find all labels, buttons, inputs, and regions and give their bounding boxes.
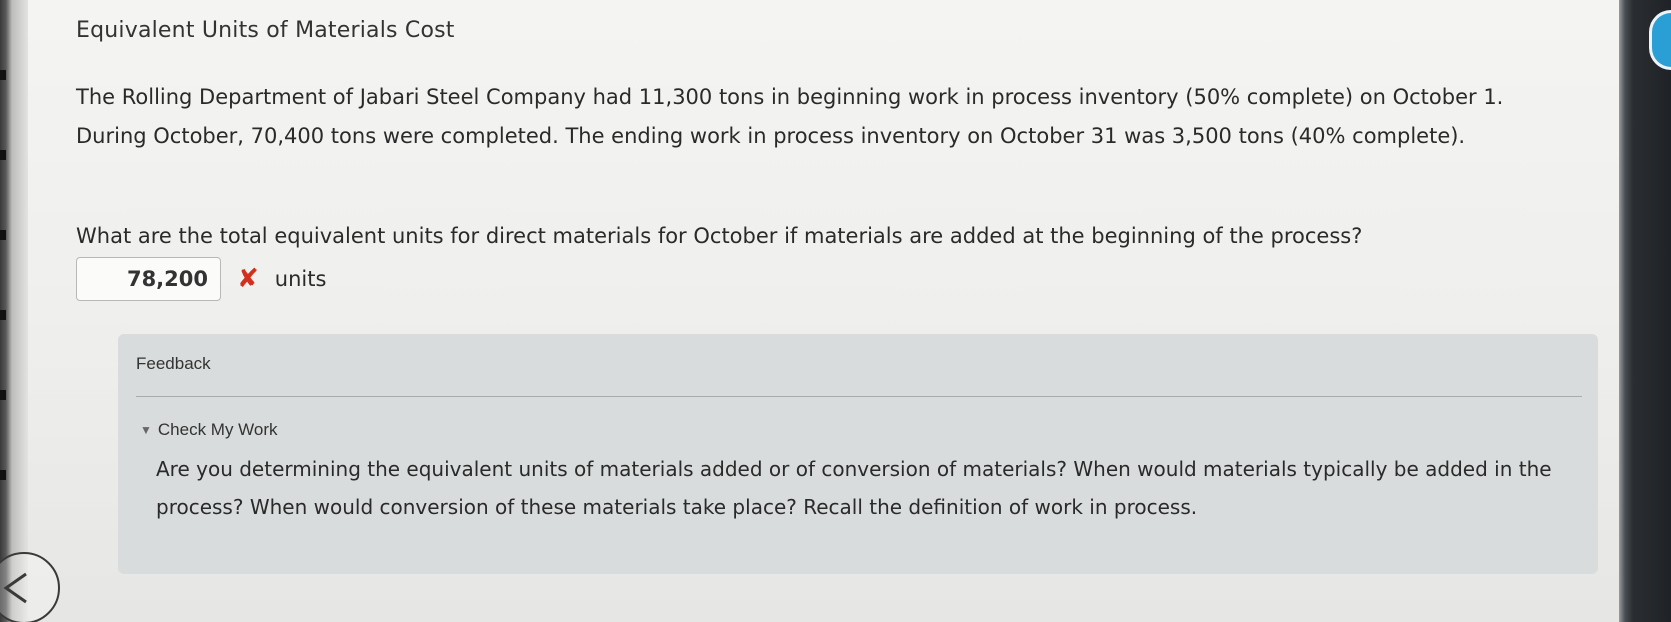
edge-mark bbox=[0, 70, 6, 80]
x-icon: ✘ bbox=[237, 264, 259, 294]
edge-mark bbox=[0, 230, 6, 240]
edge-mark bbox=[0, 470, 6, 480]
side-tab-icon[interactable] bbox=[1649, 10, 1671, 70]
check-my-work-toggle[interactable]: ▼ Check My Work bbox=[140, 420, 278, 440]
question-page: Equivalent Units of Materials Cost The R… bbox=[28, 0, 1619, 622]
feedback-text: Are you determining the equivalent units… bbox=[156, 457, 1552, 519]
answer-unit: units bbox=[274, 267, 327, 291]
edge-mark bbox=[0, 150, 6, 160]
answer-row: 78,200 ✘ units bbox=[76, 256, 326, 302]
feedback-label: Feedback bbox=[136, 354, 211, 373]
edge-mark bbox=[0, 310, 6, 320]
problem-statement: The Rolling Department of Jabari Steel C… bbox=[76, 85, 1504, 148]
feedback-panel: Feedback ▼ Check My Work Are you determi… bbox=[118, 334, 1598, 574]
page-title: Equivalent Units of Materials Cost bbox=[76, 18, 455, 43]
edge-mark bbox=[0, 390, 6, 400]
left-window-edge bbox=[0, 0, 28, 622]
triangle-down-icon: ▼ bbox=[140, 423, 152, 437]
feedback-divider bbox=[136, 396, 1582, 397]
right-window-edge bbox=[1619, 0, 1671, 622]
answer-input[interactable]: 78,200 bbox=[76, 257, 221, 301]
question-text: What are the total equivalent units for … bbox=[76, 224, 1363, 248]
check-my-work-label: Check My Work bbox=[157, 420, 278, 439]
